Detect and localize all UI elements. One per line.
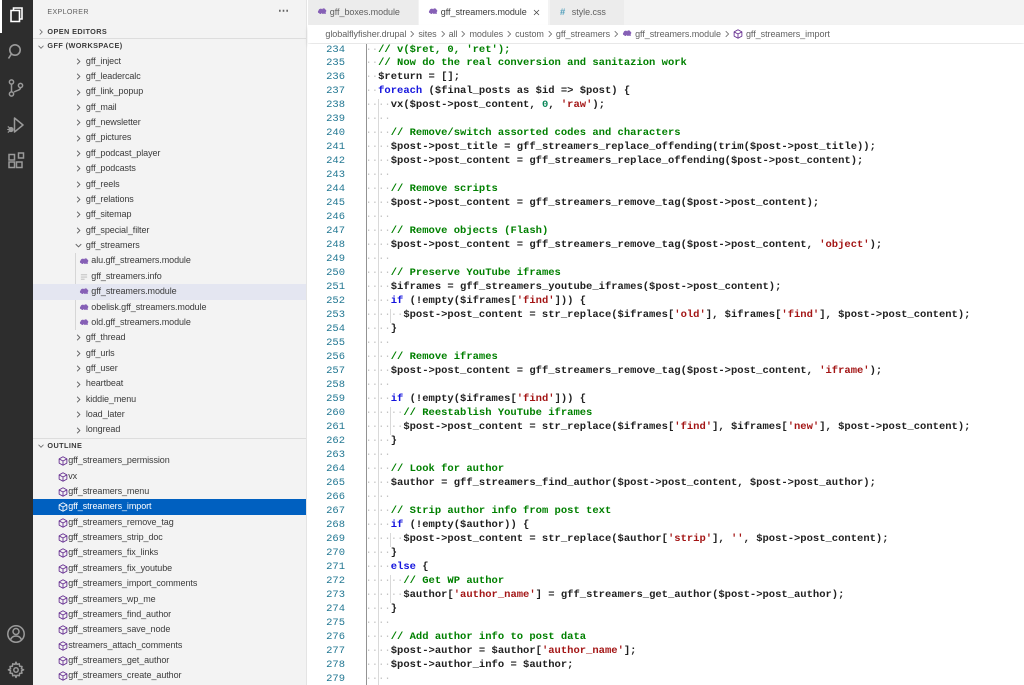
svg-text:#: # [560,7,566,17]
